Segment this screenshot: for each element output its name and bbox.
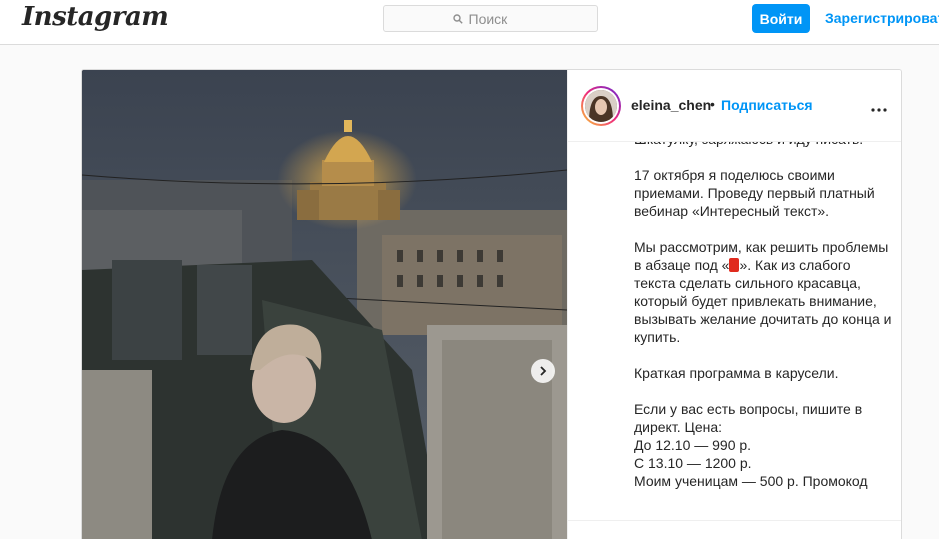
caption-paragraph-4: Если у вас есть вопросы, пишите в директ… (634, 401, 863, 435)
red-emoji-icon (729, 258, 740, 272)
top-navigation-bar: Instagram Войти Зарегистрироваться (0, 0, 939, 45)
post-card: eleina_chen • Подписаться Шкатулку, заря… (81, 69, 902, 539)
carousel-next-button[interactable] (531, 359, 555, 383)
price-line-2: С 13.10 — 1200 р. (634, 455, 752, 471)
signup-link[interactable]: Зарегистрироваться (825, 10, 939, 26)
post-actions-divider (568, 520, 901, 521)
post-sidebar: eleina_chen • Подписаться Шкатулку, заря… (567, 70, 901, 539)
separator-dot: • (710, 96, 715, 112)
login-button[interactable]: Войти (752, 4, 810, 33)
price-line-3: Моим ученицам — 500 р. Промокод (634, 473, 868, 489)
caption-paragraph-1: 17 октября я поделюсь своими приемами. П… (634, 167, 875, 219)
follow-button[interactable]: Подписаться (721, 97, 813, 113)
instagram-logo[interactable]: Instagram (22, 2, 169, 32)
post-header: eleina_chen • Подписаться (568, 70, 901, 142)
post-photo[interactable] (82, 70, 567, 539)
profile-photo (585, 90, 617, 122)
more-horizontal-icon (871, 108, 887, 112)
chevron-right-icon (540, 366, 547, 376)
post-caption: Шкатулку, заряжаюсь и иду писать. 17 окт… (634, 130, 894, 490)
username-link[interactable]: eleina_chen (631, 97, 711, 113)
caption-paragraph-2: Мы рассмотрим, как решить проблемы в абз… (634, 238, 894, 346)
search-icon (452, 13, 463, 24)
search-input[interactable] (468, 10, 529, 27)
search-box[interactable] (383, 5, 598, 32)
rooftop-night-photo (82, 70, 567, 539)
price-line-1: До 12.10 — 990 р. (634, 437, 752, 453)
more-options-button[interactable] (871, 99, 887, 117)
avatar[interactable] (581, 86, 621, 126)
caption-paragraph-3: Краткая программа в карусели. (634, 365, 839, 381)
